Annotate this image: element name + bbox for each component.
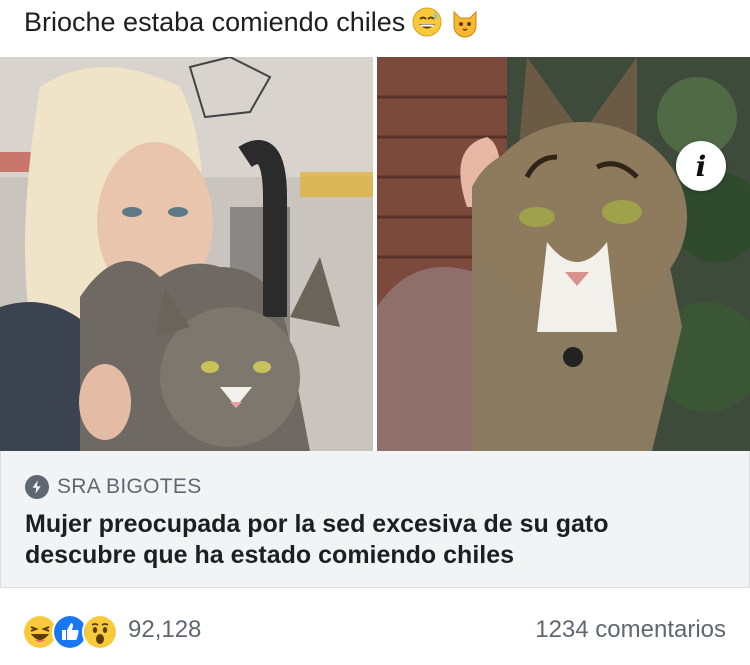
info-icon: i <box>695 149 707 183</box>
reactions-bar: 92,128 1234 comentarios <box>0 600 750 660</box>
post-media-gallery[interactable]: i <box>0 57 750 451</box>
photo-cat-closeup-image <box>377 57 750 451</box>
info-button[interactable]: i <box>676 141 726 191</box>
comments-count[interactable]: 1234 comentarios <box>535 616 726 644</box>
photo-cat-closeup[interactable]: i <box>377 57 750 451</box>
link-source-name: SRA BIGOTES <box>57 475 202 498</box>
link-headline[interactable]: Mujer preocupada por la sed excesiva de … <box>25 509 725 571</box>
post-caption: Brioche estaba comiendo chiles <box>24 0 481 44</box>
post-caption-text: Brioche estaba comiendo chiles <box>24 6 406 37</box>
photo-woman-with-cat-image <box>0 57 373 451</box>
cat-face-emoji-icon <box>449 6 481 38</box>
photo-woman-with-cat[interactable] <box>0 57 373 451</box>
reaction-icons[interactable] <box>22 614 118 650</box>
link-source: SRA BIGOTES <box>25 475 202 499</box>
link-preview-card[interactable]: SRA BIGOTES Mujer preocupada por la sed … <box>0 451 750 588</box>
grinning-sweat-emoji-icon <box>411 6 443 38</box>
lightning-bolt-icon <box>25 475 49 499</box>
wow-reaction-icon <box>82 614 118 650</box>
reaction-count[interactable]: 92,128 <box>128 616 201 644</box>
